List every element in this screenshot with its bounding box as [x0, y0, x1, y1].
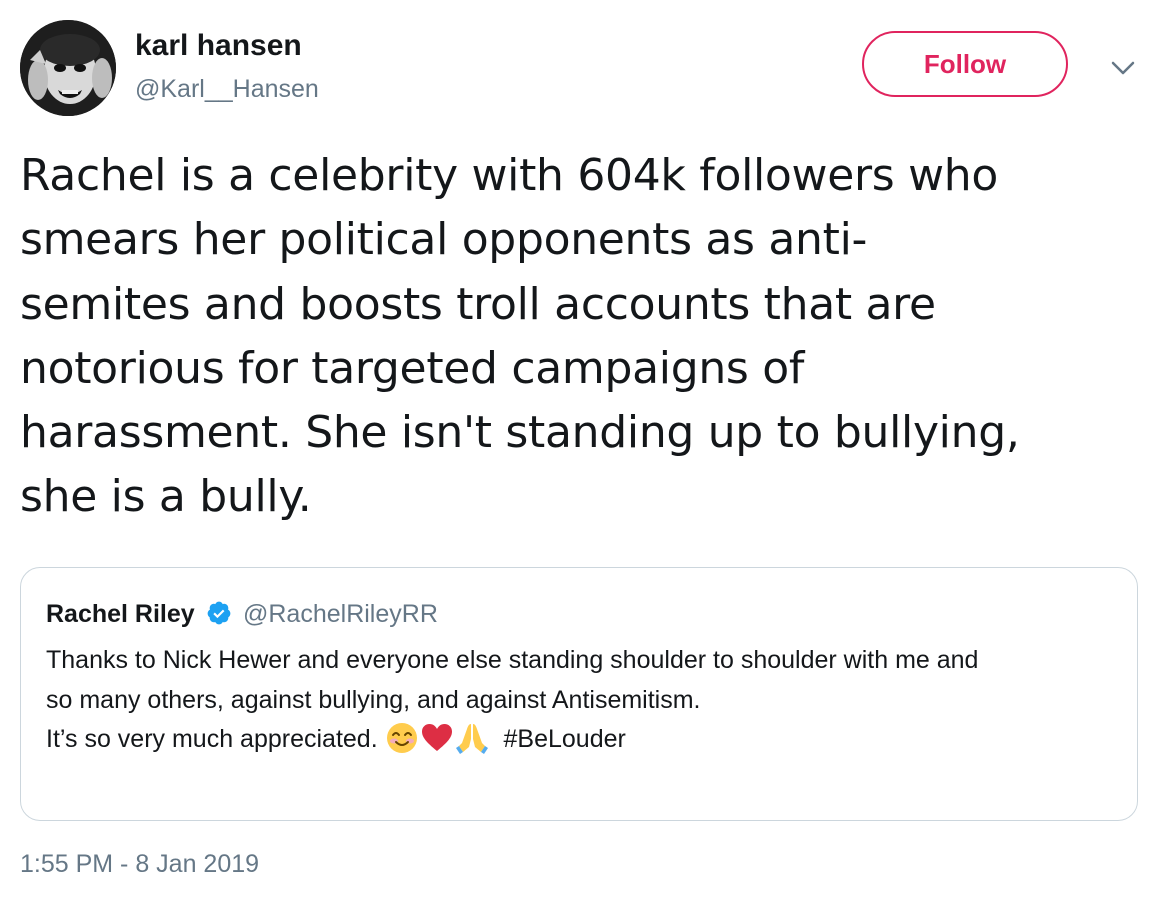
quoted-handle[interactable]: @RachelRileyRR [243, 598, 438, 630]
quoted-text-line: Thanks to Nick Hewer and everyone else s… [46, 646, 979, 674]
author-handle[interactable]: @Karl__Hansen [135, 74, 319, 104]
quoted-tweet-text: Thanks to Nick Hewer and everyone else s… [46, 641, 1126, 760]
smiling-face-icon [385, 721, 419, 755]
tweet-text-line: smears her political opponents as anti- [20, 214, 868, 266]
hashtag-link[interactable]: #BeLouder [504, 725, 626, 753]
chevron-down-icon[interactable] [1108, 56, 1138, 80]
avatar[interactable] [20, 20, 116, 116]
quoted-text-line: so many others, against bullying, and ag… [46, 685, 701, 714]
tweet-text: Rachel is a celebrity with 604k follower… [20, 144, 1140, 530]
tweet-timestamp[interactable]: 1:55 PM - 8 Jan 2019 [20, 848, 259, 880]
folded-hands-icon [455, 721, 489, 755]
avatar-image [20, 20, 116, 116]
heart-icon [420, 721, 454, 755]
tweet-text-line: she is a bully. [20, 471, 312, 523]
author-display-name[interactable]: karl hansen [135, 28, 302, 64]
quoted-display-name[interactable]: Rachel Riley [46, 598, 195, 630]
tweet-text-line: notorious for targeted campaigns of [20, 342, 805, 394]
follow-button[interactable]: Follow [862, 31, 1068, 97]
quoted-text-fragment: It’s so very much appreciated. [46, 725, 385, 753]
quoted-tweet-card[interactable]: Rachel Riley @RachelRileyRR Thanks to Ni… [20, 567, 1138, 821]
tweet-text-line: semites and boosts troll accounts that a… [20, 278, 936, 330]
quoted-text-line: It’s so very much appreciated. #BeLouder [46, 720, 1126, 760]
verified-badge-icon [207, 601, 231, 625]
tweet-text-line: Rachel is a celebrity with 604k follower… [20, 150, 999, 201]
tweet-text-line: harassment. She isn't standing up to bul… [20, 407, 1020, 459]
